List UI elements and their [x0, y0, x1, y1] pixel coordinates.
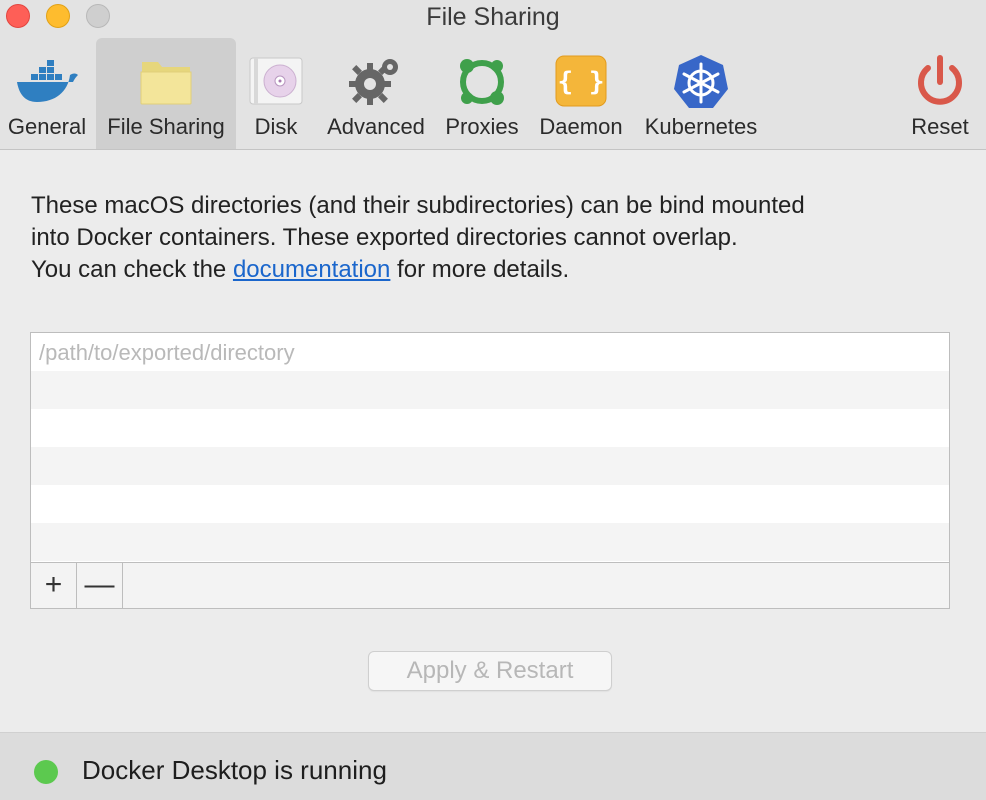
remove-directory-button[interactable]: — — [77, 563, 123, 608]
folder-icon — [140, 62, 192, 105]
description-line-2: into Docker containers. These exported d… — [31, 224, 738, 251]
tab-disk[interactable]: Disk — [240, 38, 312, 149]
list-item — [31, 523, 949, 561]
tab-proxies-label: Proxies — [445, 114, 519, 139]
tab-reset[interactable]: Reset — [900, 38, 980, 149]
file-sharing-description: These macOS directories (and their subdi… — [31, 190, 961, 286]
tab-general-label: General — [7, 114, 87, 139]
list-item — [31, 447, 949, 485]
gear-icon — [349, 59, 398, 105]
tab-general[interactable]: General — [0, 38, 94, 149]
braces-icon: { } — [555, 55, 607, 107]
tab-reset-label: Reset — [911, 114, 969, 139]
disk-icon — [249, 57, 303, 105]
shared-directories-list: /path/to/exported/directory + — — [30, 332, 950, 609]
tab-file-sharing-label: File Sharing — [107, 114, 225, 139]
power-icon — [918, 55, 962, 105]
description-line-1: These macOS directories (and their subdi… — [31, 192, 805, 219]
list-item[interactable]: /path/to/exported/directory — [31, 333, 949, 371]
description-line-3-start: You can check the — [31, 256, 233, 283]
tab-advanced-label: Advanced — [327, 114, 425, 139]
add-directory-button[interactable]: + — [31, 563, 77, 608]
list-item — [31, 409, 949, 447]
tab-disk-label: Disk — [254, 114, 298, 139]
tab-proxies[interactable]: Proxies — [436, 38, 528, 149]
directory-path-placeholder: /path/to/exported/directory — [39, 340, 295, 365]
tab-daemon-label: Daemon — [539, 114, 623, 139]
tab-kubernetes[interactable]: Kubernetes — [636, 38, 766, 149]
docker-whale-icon — [17, 60, 78, 102]
tab-advanced[interactable]: Advanced — [322, 38, 430, 149]
status-indicator-icon — [34, 760, 58, 784]
kubernetes-helm-icon — [674, 55, 728, 108]
window-toolbar: File Sharing General File Sharing Disk A… — [0, 0, 986, 150]
apply-restart-button[interactable]: Apply & Restart — [368, 651, 612, 691]
status-text: Docker Desktop is running — [82, 755, 387, 785]
window-title: File Sharing — [426, 3, 560, 31]
description-line-3: You can check the documentation for more… — [31, 254, 961, 286]
tab-daemon[interactable]: { } Daemon — [534, 38, 628, 149]
status-bar: Docker Desktop is running — [0, 732, 986, 800]
list-footer: + — — [31, 562, 949, 608]
list-item — [31, 485, 949, 523]
tab-kubernetes-label: Kubernetes — [644, 114, 758, 139]
list-item — [31, 371, 949, 409]
svg-text:{ }: { } — [558, 67, 605, 97]
description-line-3-end: for more details. — [390, 256, 570, 283]
documentation-link[interactable]: documentation — [233, 256, 390, 283]
tab-file-sharing[interactable]: File Sharing — [96, 38, 236, 149]
network-icon — [460, 59, 504, 105]
